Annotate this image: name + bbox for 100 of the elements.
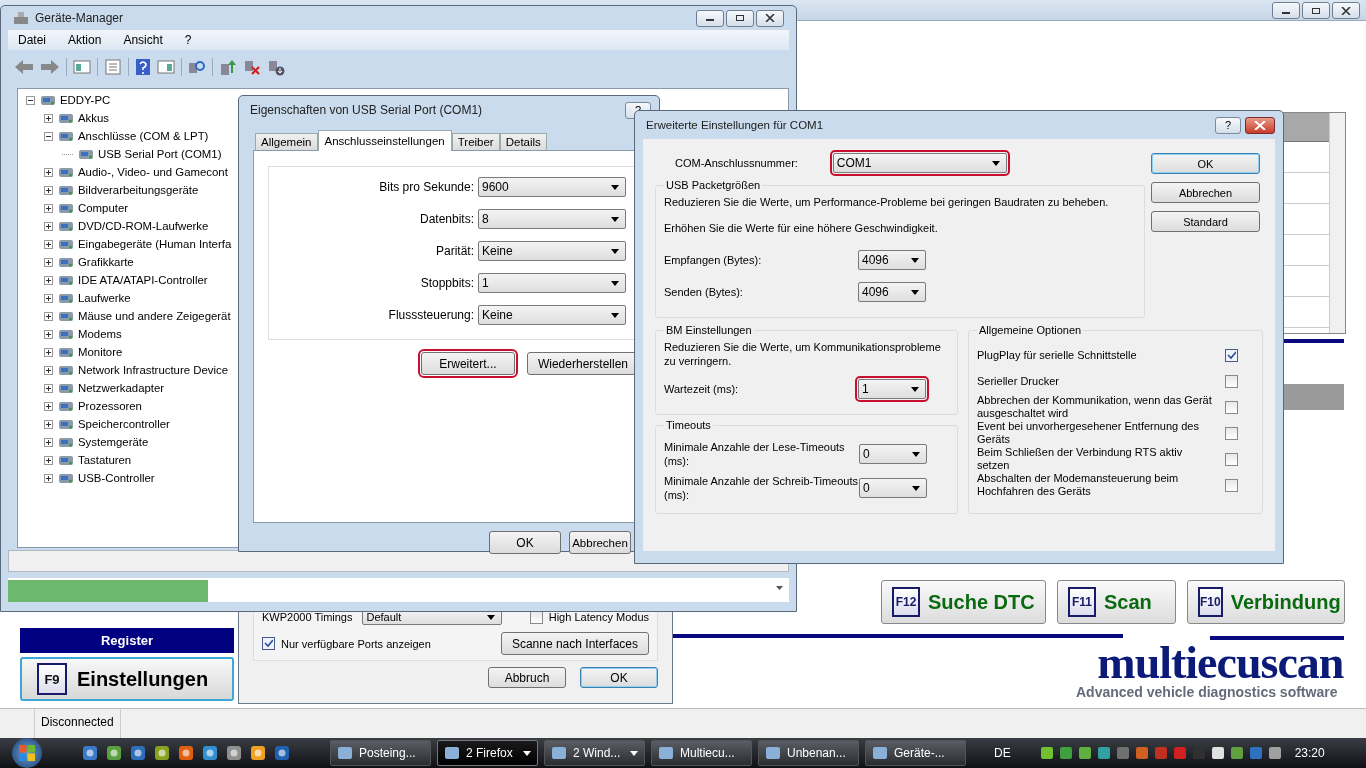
expand-icon[interactable] bbox=[44, 239, 53, 249]
expand-icon[interactable] bbox=[44, 473, 53, 483]
scan-icon[interactable] bbox=[188, 59, 206, 75]
taskbar-button[interactable]: 2 Wind... bbox=[544, 740, 645, 766]
tray-icon[interactable] bbox=[1209, 745, 1226, 761]
scroll-arrow-icon[interactable] bbox=[776, 586, 783, 590]
help-icon[interactable] bbox=[135, 58, 151, 76]
expand-icon[interactable] bbox=[44, 311, 53, 321]
maximize-button[interactable] bbox=[726, 9, 754, 27]
expand-icon[interactable] bbox=[44, 113, 53, 123]
expand-icon[interactable] bbox=[44, 275, 53, 285]
tree-item[interactable]: Akkus bbox=[77, 112, 111, 124]
expand-icon[interactable] bbox=[44, 203, 53, 213]
clock[interactable]: 23:20 bbox=[1294, 746, 1325, 760]
app-icon[interactable] bbox=[178, 745, 194, 761]
tree-item[interactable]: EDDY-PC bbox=[59, 94, 112, 106]
app-icon[interactable] bbox=[130, 745, 146, 761]
tree-item[interactable]: Tastaturen bbox=[77, 454, 133, 466]
app-icon[interactable] bbox=[154, 745, 170, 761]
expand-icon[interactable] bbox=[44, 383, 53, 393]
dialog-button[interactable]: Standard bbox=[1151, 211, 1260, 232]
expand-icon[interactable] bbox=[44, 419, 53, 429]
tab[interactable]: Anschlusseinstellungen bbox=[317, 130, 452, 151]
expand-icon[interactable] bbox=[44, 167, 53, 177]
taskbar-button[interactable]: 2 Firefox bbox=[437, 740, 538, 766]
menu-item[interactable]: Datei bbox=[8, 33, 58, 47]
close-button[interactable] bbox=[1332, 2, 1360, 19]
checkbox[interactable] bbox=[1225, 400, 1238, 414]
dialog-button[interactable]: OK bbox=[1151, 153, 1260, 174]
tree-item[interactable]: Bildverarbeitungsgeräte bbox=[77, 184, 200, 196]
dropdown[interactable]: 4096 bbox=[858, 282, 926, 302]
tree-item[interactable]: Eingabegeräte (Human Interfa bbox=[77, 238, 233, 250]
tree-item[interactable]: DVD/CD-ROM-Laufwerke bbox=[77, 220, 210, 232]
expand-icon[interactable] bbox=[44, 185, 53, 195]
checkbox[interactable] bbox=[1225, 374, 1238, 388]
function-button[interactable]: F12 Suche DTC bbox=[881, 580, 1046, 624]
app-icon[interactable] bbox=[82, 745, 98, 761]
collapse-icon[interactable] bbox=[26, 95, 35, 105]
minimize-button[interactable] bbox=[696, 9, 724, 27]
tab[interactable]: Allgemein bbox=[255, 133, 318, 150]
maximize-button[interactable] bbox=[1302, 2, 1330, 19]
expand-icon[interactable] bbox=[44, 293, 53, 303]
dropdown[interactable]: 0 bbox=[859, 478, 927, 498]
tree-item[interactable]: Grafikkarte bbox=[77, 256, 135, 268]
dialog-button[interactable]: Abbrechen bbox=[1151, 182, 1260, 203]
tree-item[interactable]: Modems bbox=[77, 328, 123, 340]
minimize-button[interactable] bbox=[1272, 2, 1300, 19]
app-icon[interactable] bbox=[250, 745, 266, 761]
dropdown[interactable]: 1 bbox=[858, 379, 926, 399]
expand-icon[interactable] bbox=[44, 455, 53, 465]
dropdown[interactable]: 4096 bbox=[858, 250, 926, 270]
expand-icon[interactable] bbox=[44, 437, 53, 447]
tree-item[interactable]: Network Infrastructure Device bbox=[77, 364, 230, 376]
expand-icon[interactable] bbox=[44, 329, 53, 339]
dropdown[interactable]: Keine bbox=[478, 305, 626, 325]
update-icon[interactable] bbox=[219, 58, 237, 76]
app-icon[interactable] bbox=[274, 745, 290, 761]
expand-icon[interactable] bbox=[44, 221, 53, 231]
settings-button[interactable]: F9 Einstellungen bbox=[20, 657, 234, 701]
tray-icon[interactable] bbox=[1076, 745, 1093, 761]
tab[interactable]: Treiber bbox=[451, 133, 500, 150]
tree-item[interactable]: Audio-, Video- und Gamecont bbox=[77, 166, 229, 178]
app-icon[interactable] bbox=[226, 745, 242, 761]
checkbox-row[interactable]: Nur verfügbare Ports anzeigen bbox=[262, 637, 431, 650]
dialog-button[interactable]: Erweitert... bbox=[420, 352, 515, 375]
panel-icon[interactable] bbox=[73, 59, 91, 75]
dropdown[interactable]: Keine bbox=[478, 241, 626, 261]
checkbox-row[interactable]: High Latency Modus bbox=[529, 610, 649, 624]
expand-icon[interactable] bbox=[44, 257, 53, 267]
dialog-button[interactable]: Abbrechen bbox=[569, 531, 631, 554]
app-icon[interactable] bbox=[202, 745, 218, 761]
checkbox[interactable] bbox=[1225, 426, 1238, 440]
tray-icon[interactable] bbox=[1095, 745, 1112, 761]
tree-item[interactable]: USB-Controller bbox=[77, 472, 156, 484]
scrollbar[interactable] bbox=[1329, 113, 1345, 333]
expand-icon[interactable] bbox=[44, 365, 53, 375]
menu-item[interactable]: ? bbox=[174, 33, 204, 47]
remove-icon[interactable] bbox=[243, 58, 261, 76]
tray-icon[interactable] bbox=[1038, 745, 1055, 761]
dropdown[interactable]: 1 bbox=[478, 273, 626, 293]
tree-item[interactable]: Speichercontroller bbox=[77, 418, 171, 430]
taskbar-button[interactable]: Unbenan... bbox=[758, 740, 859, 766]
tree-item[interactable]: Prozessoren bbox=[77, 400, 143, 412]
dropdown[interactable]: 0 bbox=[859, 444, 927, 464]
tree-item[interactable]: Computer bbox=[77, 202, 129, 214]
dropdown[interactable]: 8 bbox=[478, 209, 626, 229]
tree-item[interactable]: Anschlüsse (COM & LPT) bbox=[77, 130, 210, 142]
function-button[interactable]: F11 Scan bbox=[1057, 580, 1176, 624]
dialog-button[interactable]: Abbruch bbox=[488, 667, 566, 688]
help-button[interactable]: ? bbox=[1215, 116, 1241, 134]
tree-item[interactable]: Mäuse und andere Zeigegerät bbox=[77, 310, 232, 322]
dialog-button[interactable]: OK bbox=[489, 531, 561, 554]
tree-item[interactable]: Laufwerke bbox=[77, 292, 132, 304]
expand-icon[interactable] bbox=[44, 347, 53, 357]
close-button[interactable] bbox=[756, 9, 784, 27]
taskbar-button[interactable]: Posteing... bbox=[330, 740, 431, 766]
checkbox[interactable] bbox=[1225, 348, 1238, 362]
taskbar-button[interactable]: Geräte-... bbox=[865, 740, 966, 766]
start-button[interactable] bbox=[12, 738, 42, 768]
app-icon[interactable] bbox=[106, 745, 122, 761]
